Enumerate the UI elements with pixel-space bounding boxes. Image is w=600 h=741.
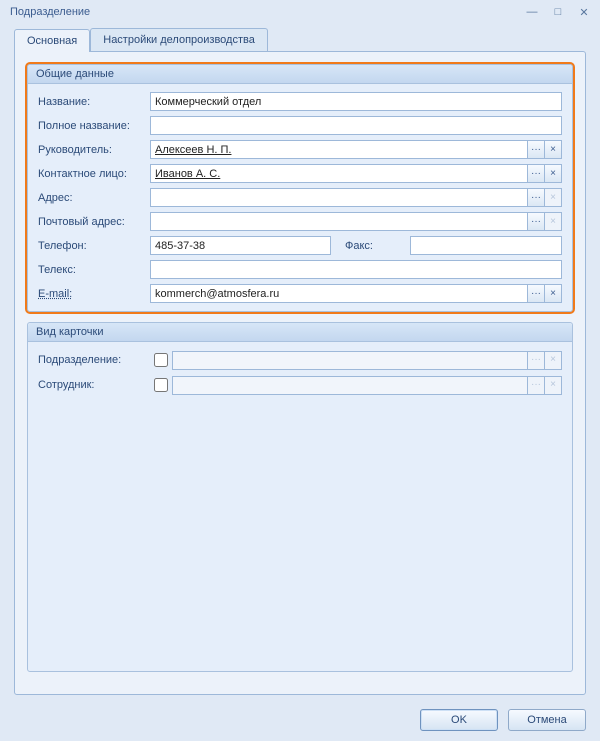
content-area: Основная Настройки делопроизводства Общи… [0, 24, 600, 703]
label-head: Руководитель: [38, 144, 150, 156]
cancel-button[interactable]: Отмена [508, 709, 586, 731]
head-ellipsis-button[interactable]: ··· [527, 140, 545, 159]
head-clear-button[interactable]: × [544, 140, 562, 159]
label-address: Адрес: [38, 192, 150, 204]
name-input[interactable] [150, 92, 562, 111]
contact-clear-button[interactable]: × [544, 164, 562, 183]
post-ellipsis-button[interactable]: ··· [527, 212, 545, 231]
label-employee: Сотрудник: [38, 379, 150, 391]
group-general: Общие данные Название: Полное название: [27, 64, 573, 312]
label-contact: Контактное лицо: [38, 168, 150, 180]
contact-ellipsis-button[interactable]: ··· [527, 164, 545, 183]
fax-input[interactable] [410, 236, 562, 255]
telex-input[interactable] [150, 260, 562, 279]
maximize-icon[interactable]: □ [548, 4, 568, 20]
label-telex: Телекс: [38, 264, 150, 276]
employee-clear-button: × [544, 376, 562, 395]
tab-strip: Основная Настройки делопроизводства [14, 28, 586, 51]
phone-input[interactable] [150, 236, 331, 255]
email-ellipsis-button[interactable]: ··· [527, 284, 545, 303]
tab-main[interactable]: Основная [14, 29, 90, 52]
group-card-header: Вид карточки [28, 323, 572, 342]
post-clear-button: × [544, 212, 562, 231]
group-card-body: Подразделение: ··· × Сотрудник: [28, 342, 572, 405]
label-fullname: Полное название: [38, 120, 150, 132]
footer: OK Отмена [0, 703, 600, 741]
ok-button[interactable]: OK [420, 709, 498, 731]
address-clear-button: × [544, 188, 562, 207]
dept-input [172, 351, 528, 370]
group-general-body: Название: Полное название: Руководитель: [28, 84, 572, 311]
tab-settings[interactable]: Настройки делопроизводства [90, 28, 268, 51]
address-input[interactable] [150, 188, 528, 207]
email-clear-button[interactable]: × [544, 284, 562, 303]
window-title: Подразделение [10, 6, 516, 18]
label-name: Название: [38, 96, 150, 108]
employee-input [172, 376, 528, 395]
window: Подразделение — □ ✕ Основная Настройки д… [0, 0, 600, 741]
contact-input[interactable] [150, 164, 528, 183]
employee-checkbox[interactable] [154, 378, 168, 392]
post-input[interactable] [150, 212, 528, 231]
minimize-icon[interactable]: — [522, 4, 542, 20]
dept-checkbox[interactable] [154, 353, 168, 367]
tab-panel-main: Общие данные Название: Полное название: [14, 51, 586, 695]
dept-clear-button: × [544, 351, 562, 370]
label-phone: Телефон: [38, 240, 150, 252]
address-ellipsis-button[interactable]: ··· [527, 188, 545, 207]
close-icon[interactable]: ✕ [574, 4, 594, 20]
label-email: E-mail: [38, 288, 150, 300]
employee-ellipsis-button: ··· [527, 376, 545, 395]
label-post: Почтовый адрес: [38, 216, 150, 228]
fullname-input[interactable] [150, 116, 562, 135]
label-dept: Подразделение: [38, 354, 150, 366]
group-general-header: Общие данные [28, 65, 572, 84]
titlebar: Подразделение — □ ✕ [0, 0, 600, 24]
email-input[interactable] [150, 284, 528, 303]
head-input[interactable] [150, 140, 528, 159]
label-fax: Факс: [331, 240, 391, 252]
dept-ellipsis-button: ··· [527, 351, 545, 370]
group-card: Вид карточки Подразделение: ··· × Сотруд… [27, 322, 573, 672]
